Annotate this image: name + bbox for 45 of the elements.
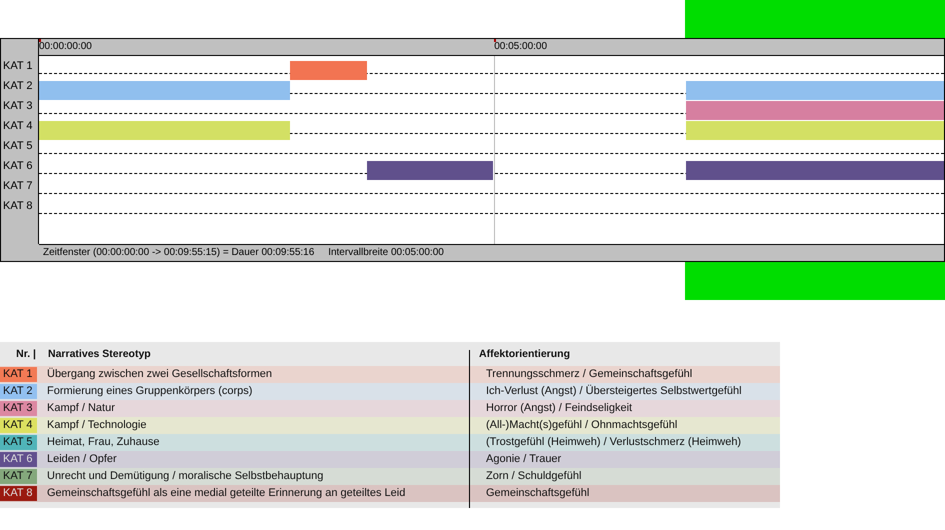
table-cell-text: Trennungsschmerz / Gemeinschaftsgefühl bbox=[485, 368, 692, 380]
table-cell-text: Kampf / Technologie bbox=[47, 419, 148, 432]
category-label: KAT 1 bbox=[2, 59, 34, 74]
table-cell-text: Gemeinschaftsgefühl bbox=[485, 487, 590, 500]
table-cell-text: Ich-Verlust (Angst) / Übersteigertes Selbstwertgefühl bbox=[485, 385, 742, 398]
table-cell-text: Gemeinschaftsgefühl als eine medial geteilte Erinnerung an geteiltes Leid bbox=[47, 487, 406, 500]
category-label: KAT 8 bbox=[2, 199, 34, 214]
table-cell-text: Unrecht und Demütigung / moralische Selbstbehauptung bbox=[47, 470, 324, 482]
timeline-bar[interactable] bbox=[367, 161, 493, 180]
table-cell-text: Horror (Angst) / Feindseligkeit bbox=[485, 402, 632, 414]
timeline-bar[interactable] bbox=[39, 121, 290, 140]
timeline-bar[interactable] bbox=[290, 61, 367, 80]
column-header: Narratives Stereotyp bbox=[47, 348, 152, 360]
category-tag: KAT 5 bbox=[0, 434, 37, 450]
table-cell-text: Leiden / Opfer bbox=[47, 453, 118, 466]
column-header: Affektorientierung bbox=[478, 348, 570, 360]
table-cell-text: Formierung eines Gruppenkörpers (corps) bbox=[47, 385, 254, 398]
timeline-bar[interactable] bbox=[39, 81, 290, 100]
category-label: KAT 7 bbox=[2, 179, 34, 194]
category-tag: KAT 7 bbox=[0, 468, 37, 484]
tick-label: 00:00:00:00 bbox=[39, 41, 92, 52]
table-cell-text: Agonie / Trauer bbox=[485, 453, 562, 466]
category-tag: KAT 6 bbox=[0, 452, 37, 467]
table-cell-text: (All-)Macht(s)gefühl / Ohnmachtsgefühl bbox=[485, 419, 678, 432]
timeline-bar[interactable] bbox=[686, 161, 944, 180]
category-tag: KAT 1 bbox=[0, 366, 37, 382]
table-cell-text: Kampf / Natur bbox=[47, 402, 116, 414]
tick-label: 00:05:00:00 bbox=[494, 41, 548, 52]
timeline-bar[interactable] bbox=[686, 81, 944, 100]
category-label: KAT 5 bbox=[2, 139, 34, 154]
table-cell-text: Zorn / Schuldgefühl bbox=[485, 470, 582, 482]
table-cell-text: (Trostgefühl (Heimweh) / Verlustschmerz (Heimweh) bbox=[485, 436, 742, 448]
category-tag: KAT 2 bbox=[0, 384, 37, 399]
category-tag: KAT 4 bbox=[0, 418, 37, 433]
column-header: Nr. | bbox=[15, 348, 37, 360]
category-label: KAT 3 bbox=[2, 99, 34, 114]
table-cell-text: Übergang zwischen zwei Gesellschaftsformen bbox=[47, 368, 273, 380]
category-tag: KAT 8 bbox=[0, 486, 37, 501]
category-tag: KAT 3 bbox=[0, 400, 37, 416]
table-cell-text: Heimat, Frau, Zuhause bbox=[47, 436, 160, 448]
timeline-bar[interactable] bbox=[686, 121, 944, 140]
category-label: KAT 6 bbox=[2, 159, 34, 174]
category-label: KAT 2 bbox=[2, 79, 34, 94]
category-label: KAT 4 bbox=[2, 119, 34, 134]
timeline-bar[interactable] bbox=[686, 101, 944, 120]
